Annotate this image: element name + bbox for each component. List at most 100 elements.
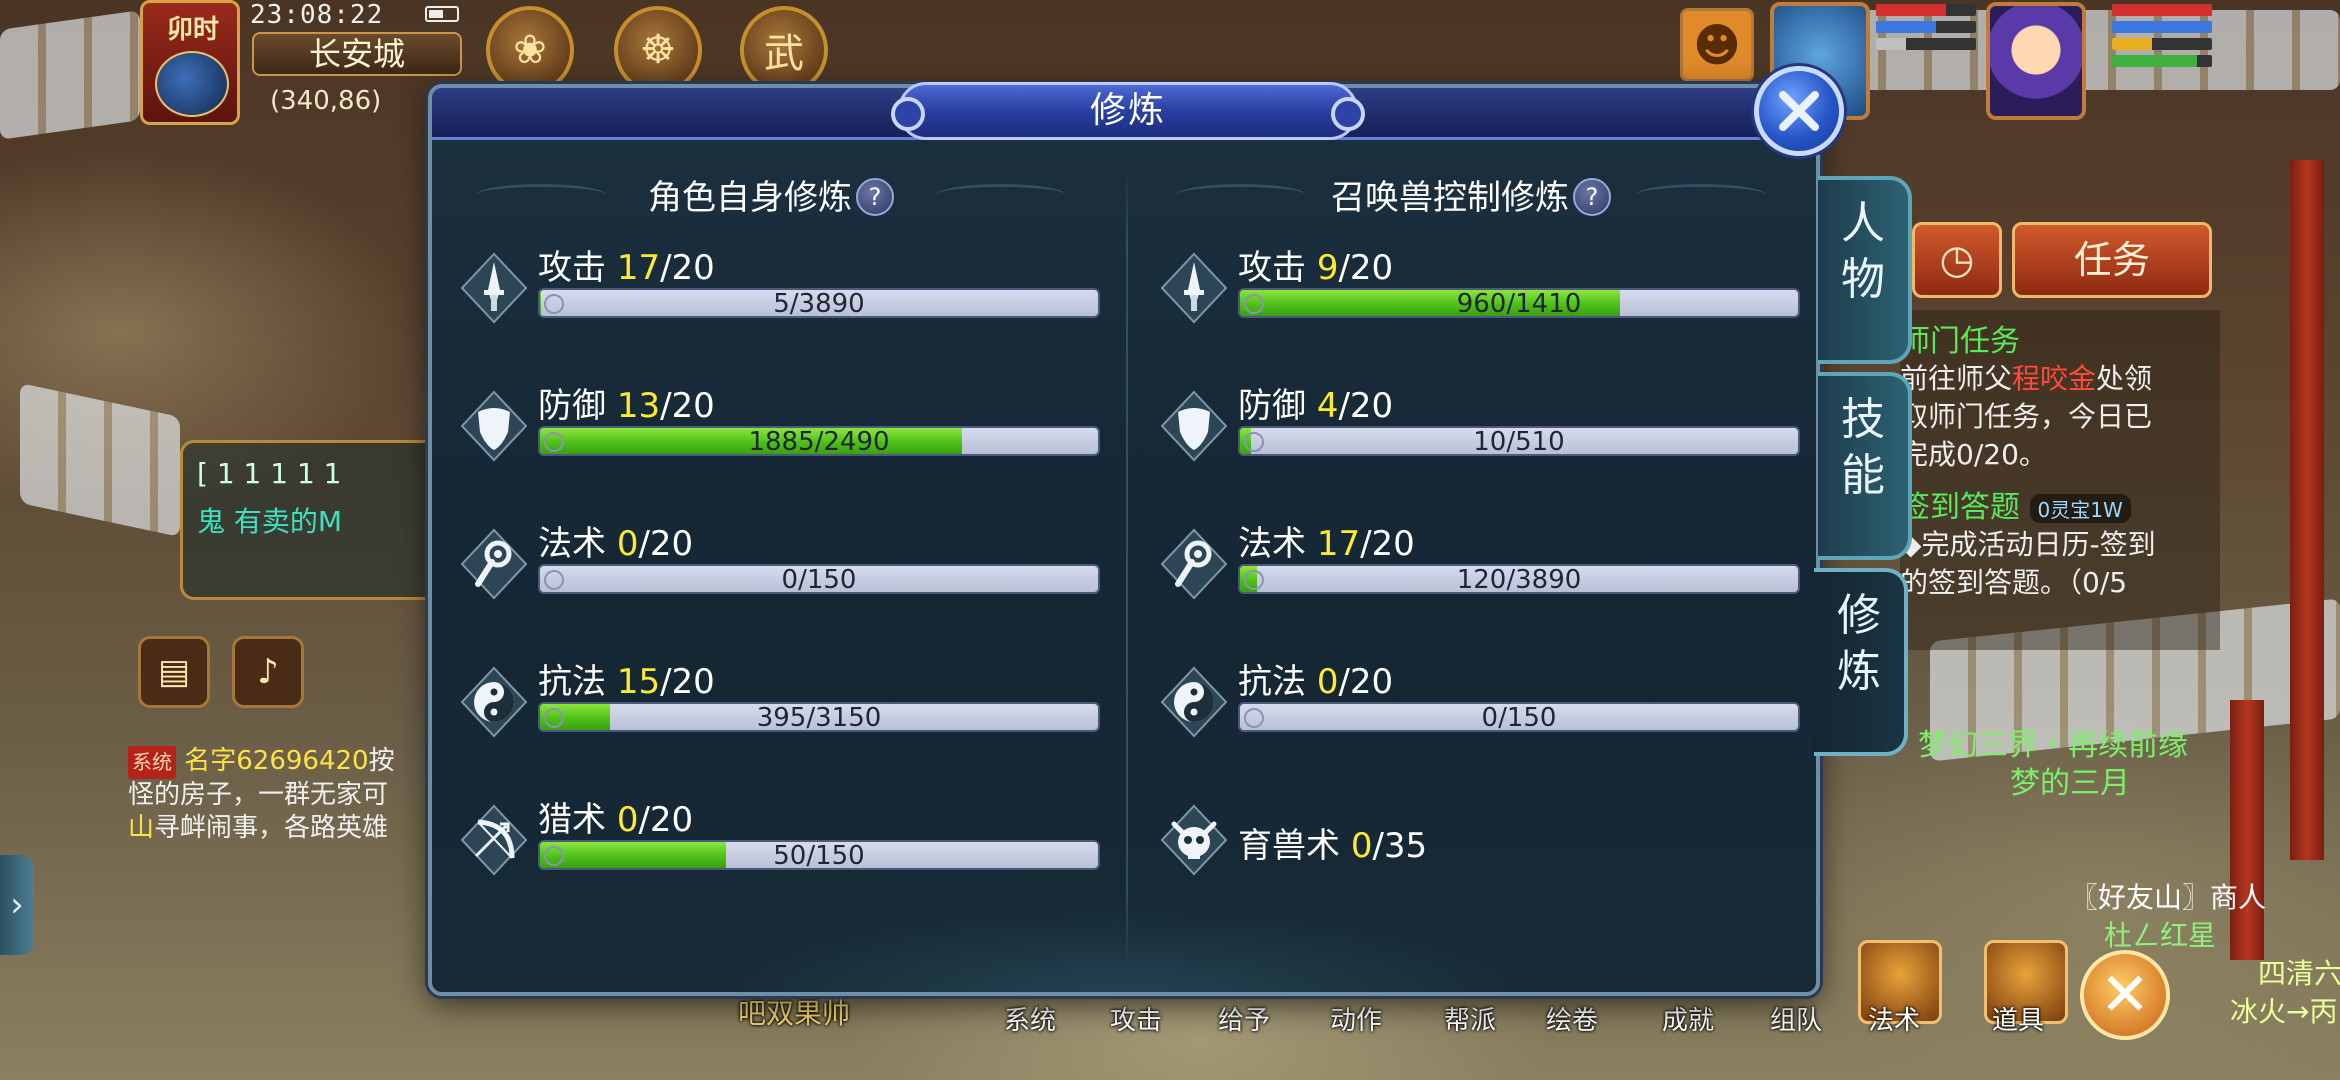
menu-item[interactable]: 攻击 bbox=[1110, 1000, 1162, 1037]
close-button[interactable] bbox=[1754, 66, 1844, 156]
cultivation-name: 攻击 bbox=[1238, 248, 1306, 288]
chat-bubble-button[interactable]: ▤ bbox=[138, 636, 210, 708]
peach-icon[interactable]: ❀ bbox=[486, 6, 574, 94]
cultivation-label: 法术 0/20 bbox=[538, 516, 693, 565]
battery-icon bbox=[425, 6, 459, 22]
npc-link[interactable]: 程咬金 bbox=[2012, 362, 2096, 395]
cultivation-level: 0 bbox=[616, 800, 639, 840]
tab-cultivation[interactable]: 修 炼 bbox=[1814, 568, 1908, 756]
minimap-icon[interactable] bbox=[155, 51, 229, 117]
cultivation-max: /20 bbox=[1338, 386, 1394, 426]
cultivation-list: 攻击 17/20 5/3890 防御 13/20 1885/2490 法术 0/20 0/… bbox=[456, 228, 1100, 918]
chat-line: [ 1 1 1 1 1 bbox=[197, 457, 342, 490]
bottom-menu-bar: 系统 攻击 给予 动作 帮派 绘卷 成就 组队 法术 道具 bbox=[980, 940, 2180, 1050]
cultivation-row[interactable]: 法术 17/20 120/3890 bbox=[1156, 504, 1800, 642]
scroll-icon[interactable]: ☸ bbox=[614, 6, 702, 94]
scene-text: 吧双果帅 bbox=[738, 997, 851, 1030]
npc-name[interactable]: 杜ㄥ红星 bbox=[2104, 914, 2216, 954]
hp-bar bbox=[2112, 4, 2212, 16]
wand-icon bbox=[456, 526, 532, 602]
npc-name[interactable]: 〖好友山〗商人 bbox=[2070, 876, 2266, 916]
menu-item[interactable]: 成就 bbox=[1662, 1000, 1714, 1037]
task-tabs: ◷ 任务 bbox=[1912, 222, 2212, 298]
hero-status-bars bbox=[2112, 4, 2212, 72]
cultivation-level: 0 bbox=[1316, 662, 1339, 702]
npc-name[interactable]: 冰火→丙 bbox=[2230, 990, 2337, 1030]
help-icon[interactable]: ? bbox=[1573, 178, 1611, 216]
cultivation-label: 育兽术 0/35 bbox=[1238, 818, 1427, 867]
cultivation-row[interactable]: 攻击 17/20 5/3890 bbox=[456, 228, 1100, 366]
chat-line: 鬼 有卖的M bbox=[197, 505, 343, 538]
cultivation-label: 攻击 9/20 bbox=[1238, 240, 1393, 289]
tab-character[interactable]: 人 物 bbox=[1818, 176, 1912, 364]
cultivation-level: 4 bbox=[1316, 386, 1339, 426]
bow-icon bbox=[456, 802, 532, 878]
cultivation-row[interactable]: 抗法 0/20 0/150 bbox=[1156, 642, 1800, 780]
city-name[interactable]: 长安城 bbox=[252, 32, 462, 76]
cultivation-level: 13 bbox=[616, 386, 661, 426]
task-button[interactable]: 任务 bbox=[2012, 222, 2212, 298]
tab-skills[interactable]: 技 能 bbox=[1818, 372, 1912, 560]
task-title[interactable]: 师门任务 bbox=[1900, 316, 2220, 360]
self-cultivation-column: 角色自身修炼? 攻击 17/20 5/3890 防御 13/20 1885/2490 法… bbox=[456, 148, 1100, 918]
task-panel[interactable]: 师门任务 前往师父程咬金处领 取师门任务，今日已 完成0/20。 签到答题 0灵… bbox=[1900, 310, 2220, 650]
cultivation-row[interactable]: 抗法 15/20 395/3150 bbox=[456, 642, 1100, 780]
cultivation-row[interactable]: 防御 4/20 10/510 bbox=[1156, 366, 1800, 504]
cultivation-row[interactable]: 育兽术 0/35 bbox=[1156, 780, 1786, 918]
menu-item[interactable]: 绘卷 bbox=[1546, 1000, 1598, 1037]
cultivation-label: 抗法 0/20 bbox=[1238, 654, 1393, 703]
cultivation-max: /20 bbox=[638, 524, 694, 564]
column-title-text: 角色自身修炼 bbox=[648, 178, 852, 218]
pet-status-bars bbox=[1876, 4, 1976, 55]
npc-name[interactable]: 四清六 bbox=[2258, 952, 2340, 992]
cultivation-name: 法术 bbox=[538, 524, 606, 564]
cultivation-level: 0 bbox=[616, 524, 639, 564]
tab-label: 修 bbox=[1837, 590, 1881, 641]
hp-bar bbox=[1876, 4, 1976, 16]
menu-item[interactable]: 给予 bbox=[1218, 1000, 1270, 1037]
cultivation-level: 0 bbox=[1350, 826, 1373, 866]
menu-item[interactable]: 组队 bbox=[1770, 1000, 1822, 1037]
help-icon[interactable]: ? bbox=[856, 178, 894, 216]
menu-item[interactable]: 法术 bbox=[1868, 1000, 1920, 1037]
collapse-menu-button[interactable]: ✕ bbox=[2080, 950, 2170, 1040]
task-title[interactable]: 签到答题 0灵宝1W bbox=[1900, 482, 2220, 526]
cultivation-list: 攻击 9/20 960/1410 防御 4/20 10/510 法术 17/20 120/… bbox=[1156, 228, 1800, 918]
menu-item[interactable]: 道具 bbox=[1992, 1000, 2044, 1037]
chat-panel[interactable]: [ 1 1 1 1 1 鬼 有卖的M bbox=[180, 440, 440, 600]
task-text: 前往师父 bbox=[1900, 362, 2013, 395]
menu-item[interactable]: 系统 bbox=[1004, 1000, 1056, 1037]
column-header: 角色自身修炼? bbox=[456, 148, 1086, 228]
cultivation-label: 防御 13/20 bbox=[538, 378, 715, 427]
martial-icon[interactable]: 武 bbox=[740, 6, 828, 94]
cultivation-row[interactable]: 防御 13/20 1885/2490 bbox=[456, 366, 1100, 504]
time-badge[interactable]: 卯时 bbox=[140, 0, 240, 125]
expand-left-tab[interactable]: › bbox=[0, 855, 34, 955]
menu-item[interactable]: 帮派 bbox=[1444, 1000, 1496, 1037]
shield-icon bbox=[1156, 388, 1232, 464]
progress-bar: 50/150 bbox=[538, 840, 1100, 870]
hero-portrait[interactable] bbox=[1986, 2, 2086, 120]
cultivation-level: 17 bbox=[1316, 524, 1361, 564]
cultivation-row[interactable]: 猎术 0/20 50/150 bbox=[456, 780, 1100, 918]
pet-cat-icon[interactable]: ☻ bbox=[1680, 8, 1754, 82]
voice-mic-button[interactable]: ♪ bbox=[232, 636, 304, 708]
system-player-name[interactable]: 名字62696420 bbox=[184, 746, 368, 776]
activity-clock-button[interactable]: ◷ bbox=[1912, 222, 2002, 298]
cultivation-row[interactable]: 攻击 9/20 960/1410 bbox=[1156, 228, 1800, 366]
system-text: 山 bbox=[128, 813, 155, 843]
yinyang-icon bbox=[456, 664, 532, 740]
task-description: ◆完成活动日历-签到 的签到答题。（0/5 bbox=[1900, 526, 2220, 602]
shield-icon bbox=[456, 388, 532, 464]
menu-item[interactable]: 动作 bbox=[1330, 1000, 1382, 1037]
tab-label: 炼 bbox=[1837, 646, 1881, 697]
roof-decoration bbox=[20, 382, 180, 538]
cultivation-row[interactable]: 法术 0/20 0/150 bbox=[456, 504, 1100, 642]
cultivation-name: 防御 bbox=[538, 386, 606, 426]
